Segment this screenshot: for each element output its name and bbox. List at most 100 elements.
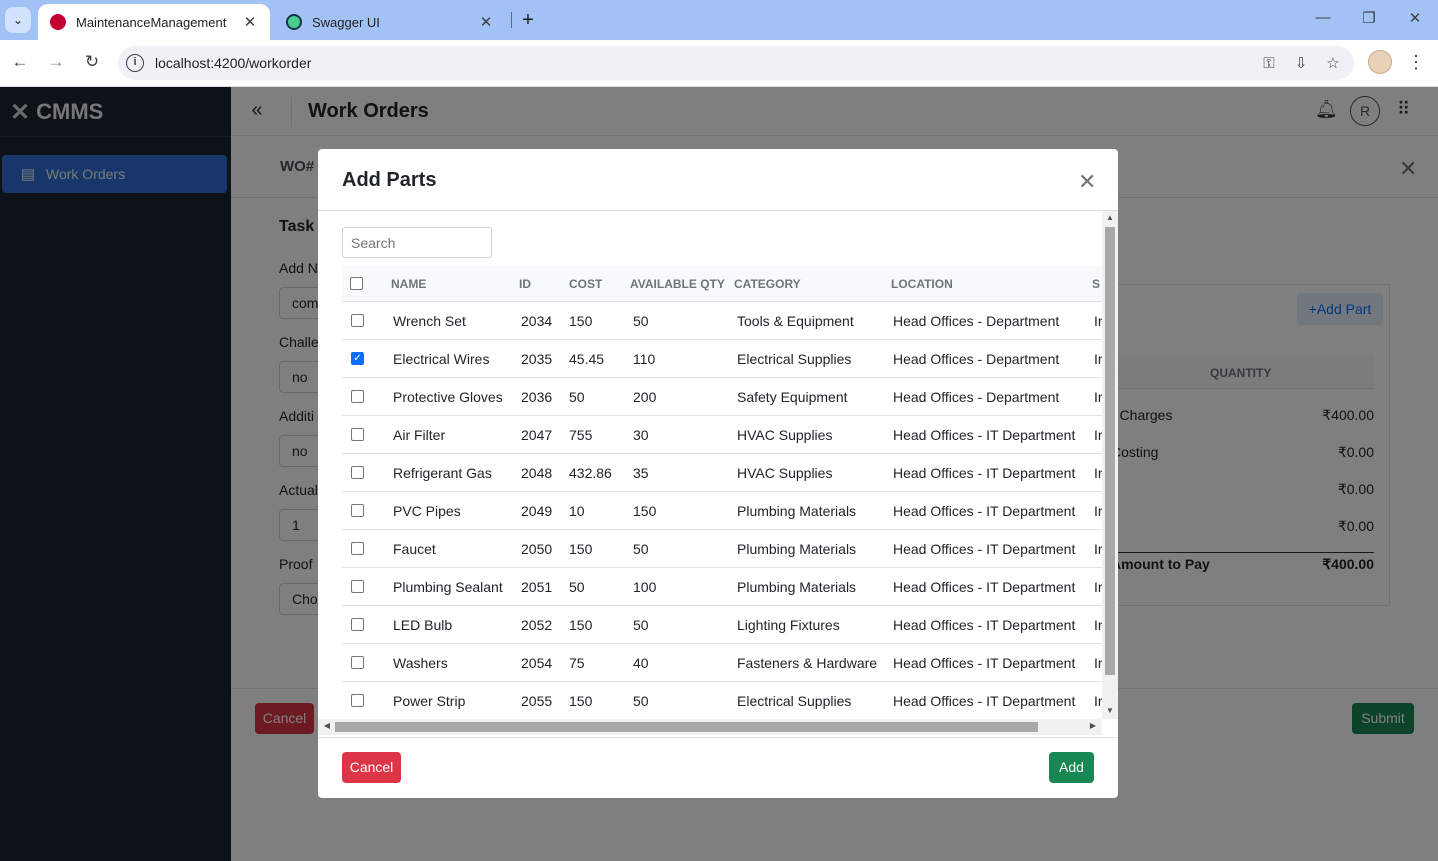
tab-close-icon[interactable]: ✕ bbox=[478, 13, 494, 31]
column-header[interactable]: ID bbox=[519, 266, 531, 301]
row-checkbox[interactable] bbox=[351, 580, 364, 593]
cell-name: Electrical Wires bbox=[393, 350, 490, 367]
cell-name: Refrigerant Gas bbox=[393, 464, 492, 481]
table-row[interactable]: ✓ Electrical Wires 2035 45.45 110 Electrical … bbox=[342, 340, 1102, 378]
cell-qty: 40 bbox=[633, 654, 649, 671]
cell-id: 2055 bbox=[521, 692, 553, 709]
column-header[interactable]: NAME bbox=[391, 266, 426, 301]
row-checkbox-cell bbox=[351, 644, 364, 681]
column-header[interactable]: AVAILABLE QTY bbox=[630, 266, 725, 301]
cell-qty: 30 bbox=[633, 426, 649, 443]
cancel-button[interactable]: Cancel bbox=[342, 752, 401, 783]
row-checkbox[interactable] bbox=[351, 314, 364, 327]
tab-search-button[interactable]: ⌄ bbox=[5, 7, 31, 33]
restore-icon[interactable]: ❐ bbox=[1359, 9, 1379, 27]
install-icon[interactable]: ⇩ bbox=[1290, 54, 1312, 72]
new-tab-icon[interactable]: + bbox=[518, 9, 538, 31]
cell-status: Ir bbox=[1094, 312, 1102, 329]
cell-location: Head Offices - Department bbox=[893, 388, 1060, 405]
table-row[interactable]: Protective Gloves 2036 50 200 Safety Equipme… bbox=[342, 378, 1102, 416]
cell-category: Plumbing Materials bbox=[737, 502, 857, 519]
cell-qty: 110 bbox=[633, 350, 656, 367]
table-row[interactable]: Plumbing Sealant 2051 50 100 Plumbing Materi… bbox=[342, 568, 1102, 606]
row-checkbox-cell bbox=[351, 454, 364, 491]
cell-category: Tools & Equipment bbox=[737, 312, 854, 329]
table-row[interactable]: Air Filter 2047 755 30 HVAC Supplies Head Off… bbox=[342, 416, 1102, 454]
cell-name: Power Strip bbox=[393, 692, 466, 709]
scroll-right-icon[interactable]: ▶ bbox=[1086, 721, 1100, 730]
scrollbar-thumb[interactable] bbox=[1105, 227, 1115, 675]
table-row[interactable]: Washers 2054 75 40 Fasteners & Hardware Head … bbox=[342, 644, 1102, 682]
row-checkbox-cell: ✓ bbox=[351, 340, 364, 377]
cell-id: 2036 bbox=[521, 388, 553, 405]
cell-location: Head Offices - IT Department bbox=[893, 540, 1076, 557]
select-all-cell bbox=[350, 266, 363, 301]
cell-name: Faucet bbox=[393, 540, 436, 557]
cell-status: Ir bbox=[1094, 692, 1102, 709]
scroll-down-icon[interactable]: ▼ bbox=[1102, 706, 1118, 715]
cell-id: 2050 bbox=[521, 540, 553, 557]
cell-location: Head Offices - Department bbox=[893, 312, 1060, 329]
table-row[interactable]: PVC Pipes 2049 10 150 Plumbing Materials Head… bbox=[342, 492, 1102, 530]
row-checkbox[interactable] bbox=[351, 542, 364, 555]
horizontal-scrollbar[interactable]: ◀ ▶ bbox=[318, 719, 1102, 735]
cell-name: Plumbing Sealant bbox=[393, 578, 503, 595]
row-checkbox[interactable] bbox=[351, 656, 364, 669]
row-checkbox[interactable]: ✓ bbox=[351, 352, 364, 365]
add-button[interactable]: Add bbox=[1049, 752, 1094, 783]
cell-qty: 200 bbox=[633, 388, 657, 405]
row-checkbox[interactable] bbox=[351, 694, 364, 707]
column-header[interactable]: COST bbox=[569, 266, 602, 301]
column-header[interactable]: S bbox=[1092, 266, 1100, 301]
row-checkbox[interactable] bbox=[351, 504, 364, 517]
search-input[interactable] bbox=[342, 227, 492, 258]
select-all-checkbox[interactable] bbox=[350, 277, 363, 290]
row-checkbox-cell bbox=[351, 530, 364, 567]
window-close-icon[interactable]: ✕ bbox=[1405, 9, 1425, 27]
cell-status: Ir bbox=[1094, 464, 1102, 481]
address-bar[interactable]: i localhost:4200/workorder ⚿ ⇩ ☆ bbox=[118, 46, 1354, 80]
table-row[interactable]: Wrench Set 2034 150 50 Tools & Equipment Head… bbox=[342, 302, 1102, 340]
url-text[interactable]: localhost:4200/workorder bbox=[155, 55, 1258, 71]
cell-id: 2034 bbox=[521, 312, 553, 329]
key-icon[interactable]: ⚿ bbox=[1258, 55, 1280, 72]
scroll-left-icon[interactable]: ◀ bbox=[320, 721, 334, 730]
cell-cost: 755 bbox=[569, 426, 593, 443]
column-header[interactable]: LOCATION bbox=[891, 266, 953, 301]
column-header[interactable]: CATEGORY bbox=[734, 266, 801, 301]
scroll-up-icon[interactable]: ▲ bbox=[1102, 213, 1118, 222]
browser-menu-icon[interactable]: ⋮ bbox=[1406, 50, 1426, 74]
row-checkbox[interactable] bbox=[351, 466, 364, 479]
angular-icon bbox=[50, 14, 66, 30]
row-checkbox[interactable] bbox=[351, 428, 364, 441]
cell-qty: 150 bbox=[633, 502, 657, 519]
minimize-icon[interactable]: — bbox=[1313, 9, 1333, 26]
tab-close-icon[interactable]: ✕ bbox=[242, 13, 258, 31]
cell-cost: 75 bbox=[569, 654, 585, 671]
row-checkbox[interactable] bbox=[351, 390, 364, 403]
vertical-scrollbar[interactable]: ▲ ▼ bbox=[1102, 211, 1118, 719]
cell-id: 2052 bbox=[521, 616, 553, 633]
table-row[interactable]: Faucet 2050 150 50 Plumbing Materials Head Of… bbox=[342, 530, 1102, 568]
back-icon[interactable]: ← bbox=[9, 51, 31, 73]
close-icon[interactable]: ✕ bbox=[1078, 169, 1096, 195]
forward-icon[interactable]: → bbox=[45, 51, 67, 73]
cell-location: Head Offices - IT Department bbox=[893, 654, 1076, 671]
swagger-icon bbox=[286, 14, 302, 30]
cell-name: Protective Gloves bbox=[393, 388, 503, 405]
tab-swagger[interactable]: Swagger UI ✕ bbox=[274, 4, 506, 40]
table-row[interactable]: Power Strip 2055 150 50 Electrical Supplies H… bbox=[342, 682, 1102, 718]
tab-divider bbox=[511, 12, 512, 28]
tab-maintenance[interactable]: MaintenanceManagement ✕ bbox=[38, 4, 270, 40]
scrollbar-thumb[interactable] bbox=[335, 722, 1038, 732]
profile-avatar[interactable] bbox=[1368, 50, 1392, 74]
site-info-icon[interactable]: i bbox=[126, 54, 144, 72]
star-icon[interactable]: ☆ bbox=[1322, 54, 1344, 72]
table-row[interactable]: Refrigerant Gas 2048 432.86 35 HVAC Supplies… bbox=[342, 454, 1102, 492]
reload-icon[interactable]: ↻ bbox=[81, 51, 103, 73]
row-checkbox[interactable] bbox=[351, 618, 364, 631]
table-row[interactable]: LED Bulb 2052 150 50 Lighting Fixtures Head O… bbox=[342, 606, 1102, 644]
cell-cost: 150 bbox=[569, 312, 593, 329]
cell-category: Plumbing Materials bbox=[737, 578, 857, 595]
cell-id: 2047 bbox=[521, 426, 553, 443]
